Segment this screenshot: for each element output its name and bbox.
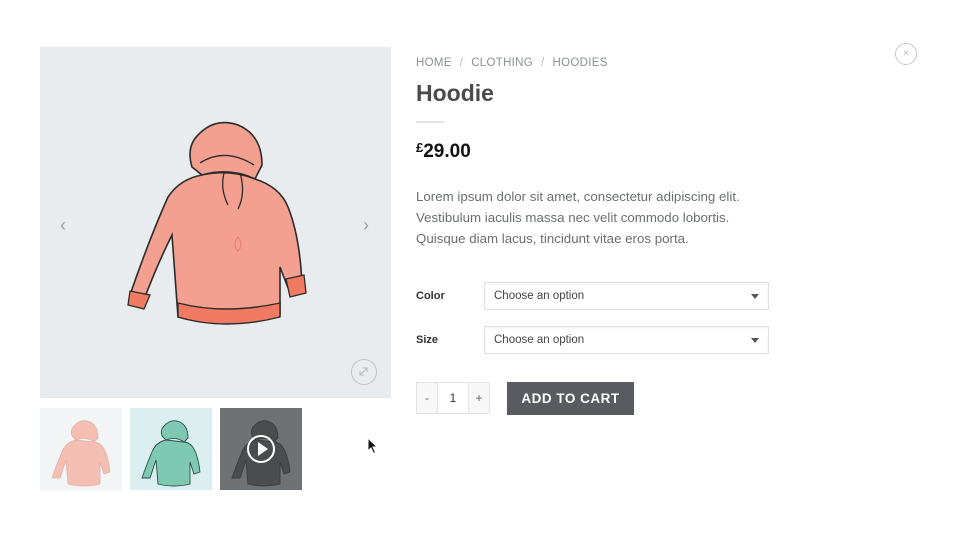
breadcrumb-home[interactable]: HOME bbox=[416, 57, 452, 69]
product-gallery: ‹ › bbox=[40, 47, 391, 398]
quantity-stepper: - 1 + bbox=[416, 382, 490, 414]
description-line: Lorem ipsum dolor sit amet, consectetur … bbox=[416, 189, 740, 204]
color-select-value: Choose an option bbox=[494, 290, 585, 302]
size-label: Size bbox=[416, 334, 439, 346]
hoodie-pink-thumbnail[interactable] bbox=[40, 408, 122, 490]
breadcrumb-clothing[interactable]: CLOTHING bbox=[471, 57, 533, 69]
video-play-thumbnail[interactable] bbox=[220, 408, 302, 490]
size-variation-row: Size Choose an option bbox=[416, 326, 769, 354]
add-to-cart-button[interactable]: ADD TO CART bbox=[507, 382, 634, 415]
quantity-decrease-button[interactable]: - bbox=[417, 383, 437, 413]
close-icon[interactable]: × bbox=[895, 43, 917, 65]
description-line: Quisque diam lacus, tincidunt vitae eros… bbox=[416, 231, 689, 246]
chevron-down-icon bbox=[751, 294, 759, 299]
next-image-arrow[interactable]: › bbox=[358, 215, 374, 235]
product-description: Lorem ipsum dolor sit amet, consectetur … bbox=[416, 186, 796, 249]
breadcrumb-separator: / bbox=[541, 57, 545, 69]
hoodie-image bbox=[127, 121, 307, 325]
breadcrumb-separator: / bbox=[459, 57, 464, 69]
breadcrumb-hoodies[interactable]: HOODIES bbox=[553, 57, 608, 69]
hoodie-teal-thumbnail[interactable] bbox=[130, 408, 212, 490]
size-select-value: Choose an option bbox=[494, 334, 585, 346]
description-line: Vestibulum iaculis massa nec velit commo… bbox=[416, 210, 730, 225]
zoom-expand-icon[interactable] bbox=[351, 359, 377, 385]
color-variation-row: Color Choose an option bbox=[416, 282, 769, 310]
breadcrumb: HOME / CLOTHING / HOODIES bbox=[416, 57, 608, 69]
color-label: Color bbox=[416, 290, 445, 302]
chevron-down-icon bbox=[751, 338, 759, 343]
previous-image-arrow[interactable]: ‹ bbox=[55, 215, 71, 235]
title-divider bbox=[416, 121, 444, 123]
mouse-cursor-icon bbox=[367, 437, 379, 455]
quantity-input[interactable]: 1 bbox=[437, 383, 469, 413]
size-select[interactable]: Choose an option bbox=[484, 326, 769, 354]
play-icon[interactable] bbox=[247, 435, 275, 463]
thumbnail-strip bbox=[40, 408, 302, 490]
quantity-increase-button[interactable]: + bbox=[469, 383, 489, 413]
color-select[interactable]: Choose an option bbox=[484, 282, 769, 310]
product-price: £29.00 bbox=[416, 140, 471, 163]
product-title: Hoodie bbox=[416, 80, 494, 106]
price-amount: 29.00 bbox=[423, 141, 471, 162]
